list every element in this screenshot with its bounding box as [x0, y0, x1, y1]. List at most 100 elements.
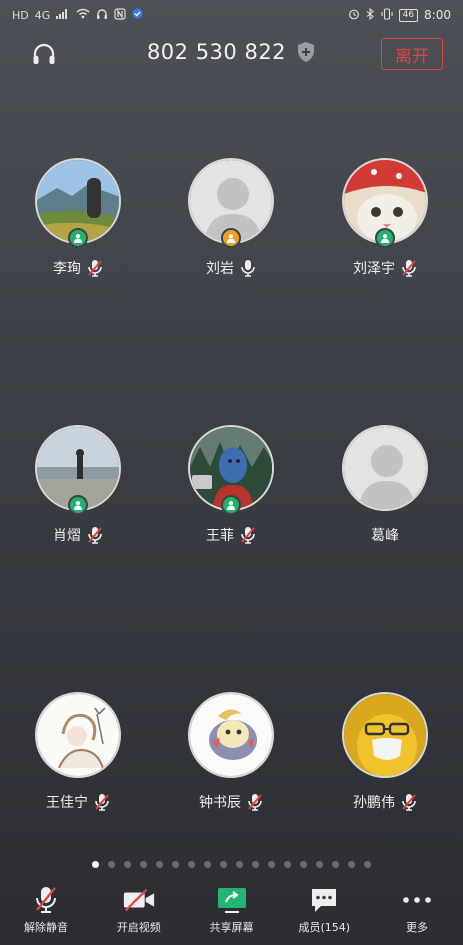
participant-name-row: 李珣: [3, 258, 153, 278]
wifi-icon: [76, 8, 90, 22]
video-off-icon: [122, 884, 156, 916]
status-left: HD 4G: [12, 7, 143, 23]
participant-name: 肖熠: [53, 528, 81, 544]
page-dot[interactable]: [252, 861, 259, 868]
mic-muted-icon: [87, 259, 103, 277]
mic-on-icon: [240, 259, 256, 277]
avatar: [188, 158, 274, 248]
network-type: 4G: [34, 8, 51, 22]
participant-tile[interactable]: 葛峰: [310, 425, 460, 545]
participant-name-row: 葛峰: [310, 525, 460, 545]
user-badge-icon: [68, 495, 88, 515]
security-shield-icon[interactable]: [296, 41, 316, 63]
mic-muted-icon: [401, 793, 417, 811]
mic-muted-icon: [87, 526, 103, 544]
participant-name: 李珣: [53, 261, 81, 277]
check-icon: [132, 8, 143, 22]
headset-status-icon: [96, 8, 108, 23]
page-dot[interactable]: [348, 861, 355, 868]
page-indicator: [0, 861, 463, 868]
page-dot[interactable]: [140, 861, 147, 868]
host-badge-icon: [221, 228, 241, 248]
page-dot[interactable]: [300, 861, 307, 868]
bottom-toolbar: 解除静音 开启视频 共享屏幕 成员(154) 更多: [0, 884, 463, 945]
participant-name: 葛峰: [371, 528, 399, 544]
status-right: 46 8:00: [348, 7, 451, 23]
avatar: [188, 692, 274, 778]
mic-muted-icon: [94, 793, 110, 811]
participant-name-row: 孙鹏伟: [310, 792, 460, 812]
participant-name-row: 钟书辰: [156, 792, 306, 812]
participant-tile[interactable]: 刘泽宇: [310, 158, 460, 278]
participant-tile[interactable]: 钟书辰: [156, 692, 306, 812]
share-screen-label: 共享屏幕: [209, 921, 254, 934]
mic-muted-icon: [401, 259, 417, 277]
hd-icon: HD: [12, 8, 29, 22]
alarm-icon: [348, 8, 360, 23]
page-dot[interactable]: [316, 861, 323, 868]
participant-tile[interactable]: 肖熠: [3, 425, 153, 545]
participant-name: 刘岩: [206, 261, 234, 277]
page-dot[interactable]: [268, 861, 275, 868]
mic-muted-icon: [240, 526, 256, 544]
nfc-icon: [114, 7, 126, 23]
user-badge-icon: [221, 495, 241, 515]
avatar: [342, 692, 428, 778]
more-dots-icon: [400, 884, 434, 916]
leave-button[interactable]: 离开: [381, 38, 443, 70]
signal-icon: [56, 8, 70, 22]
avatar: [342, 425, 428, 511]
avatar: [342, 158, 428, 248]
participant-tile[interactable]: 孙鹏伟: [310, 692, 460, 812]
participant-name: 钟书辰: [199, 795, 241, 811]
user-badge-icon: [68, 228, 88, 248]
participant-name: 刘泽宇: [353, 261, 395, 277]
participant-tile[interactable]: 李珣: [3, 158, 153, 278]
clock: 8:00: [424, 8, 451, 22]
user-badge-icon: [375, 228, 395, 248]
avatar-image: [37, 694, 119, 776]
participant-name: 王佳宁: [46, 795, 88, 811]
page-dot[interactable]: [156, 861, 163, 868]
participant-name-row: 王菲: [156, 525, 306, 545]
more-label: 更多: [406, 921, 428, 934]
more-button[interactable]: 更多: [377, 884, 457, 945]
meeting-id[interactable]: 802 530 822: [147, 40, 286, 64]
participant-name: 孙鹏伟: [353, 795, 395, 811]
participant-name-row: 刘泽宇: [310, 258, 460, 278]
status-bar: HD 4G 46 8:00: [0, 0, 463, 30]
page-dot[interactable]: [124, 861, 131, 868]
participant-tile[interactable]: 王佳宁: [3, 692, 153, 812]
avatar: [35, 158, 121, 248]
page-dot[interactable]: [220, 861, 227, 868]
page-dot[interactable]: [332, 861, 339, 868]
vibrate-icon: [381, 7, 393, 23]
bluetooth-icon: [366, 7, 375, 23]
page-dot[interactable]: [172, 861, 179, 868]
page-dot[interactable]: [364, 861, 371, 868]
chat-bubble-icon: [307, 884, 341, 916]
share-screen-icon: [215, 884, 249, 916]
start-video-button[interactable]: 开启视频: [99, 884, 179, 945]
avatar: [35, 425, 121, 515]
page-dot[interactable]: [204, 861, 211, 868]
avatar: [188, 425, 274, 515]
page-dot[interactable]: [236, 861, 243, 868]
page-dot[interactable]: [92, 861, 99, 868]
participant-name-row: 肖熠: [3, 525, 153, 545]
avatar: [35, 692, 121, 778]
meeting-header: 802 530 822 离开: [0, 34, 463, 76]
share-screen-button[interactable]: 共享屏幕: [192, 884, 272, 945]
unmute-button[interactable]: 解除静音: [6, 884, 86, 945]
unmute-label: 解除静音: [24, 921, 68, 934]
page-dot[interactable]: [108, 861, 115, 868]
page-dot[interactable]: [284, 861, 291, 868]
members-button[interactable]: 成员(154): [284, 884, 364, 945]
battery-icon: 46: [398, 8, 419, 22]
start-video-label: 开启视频: [116, 921, 161, 934]
participant-tile[interactable]: 王菲: [156, 425, 306, 545]
page-dot[interactable]: [188, 861, 195, 868]
avatar-image: [344, 427, 426, 509]
participant-tile[interactable]: 刘岩: [156, 158, 306, 278]
participant-name-row: 刘岩: [156, 258, 306, 278]
